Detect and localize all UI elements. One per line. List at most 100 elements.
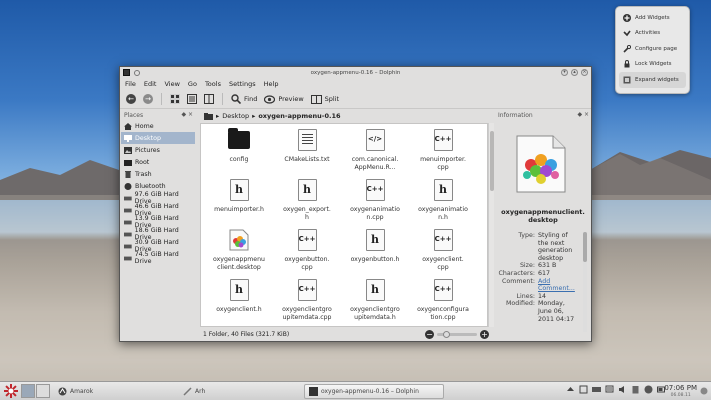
task-amarok[interactable]: Amarok bbox=[54, 384, 179, 399]
menu-settings[interactable]: Settings bbox=[229, 80, 256, 88]
menu-file[interactable]: File bbox=[125, 80, 136, 88]
find-button[interactable]: Find bbox=[229, 92, 259, 106]
menu-view[interactable]: View bbox=[164, 80, 179, 88]
lock-icon bbox=[622, 60, 631, 69]
preview-button[interactable]: Preview bbox=[262, 92, 305, 106]
file-item[interactable]: h menuimporter.h bbox=[205, 178, 273, 228]
home-icon bbox=[124, 122, 132, 130]
split-button[interactable]: Split bbox=[309, 92, 341, 106]
trash-icon bbox=[125, 170, 131, 178]
file-item[interactable]: h oxygen_export. h bbox=[273, 178, 341, 228]
scrollbar-thumb[interactable] bbox=[490, 131, 494, 191]
file-item[interactable]: h oxygenanimatio n.h bbox=[409, 178, 477, 228]
tray-network-icon[interactable] bbox=[605, 385, 614, 394]
file-name: cpp bbox=[301, 263, 313, 271]
property-row: the next bbox=[497, 240, 585, 248]
digital-clock[interactable]: 07:06 PM 06.08.11 bbox=[664, 384, 697, 400]
header-file-icon: h bbox=[364, 278, 386, 302]
file-name: oxygen_export. bbox=[283, 206, 331, 213]
tray-updates-icon[interactable] bbox=[644, 385, 653, 394]
breadcrumb-desktop[interactable]: Desktop bbox=[222, 112, 249, 120]
file-name: cpp bbox=[437, 263, 449, 271]
taskbar: Amarok Arh oxygen-appmenu-0.16 – Dolphin… bbox=[0, 381, 711, 400]
pager-desktop-1[interactable] bbox=[21, 384, 35, 398]
place-label: Desktop bbox=[135, 134, 161, 142]
file-item[interactable]: h oxygenclient.h bbox=[205, 278, 273, 326]
file-item[interactable]: C++ oxygenconfigura tion.cpp bbox=[409, 278, 477, 326]
task-dolphin[interactable]: oxygen-appmenu-0.16 – Dolphin bbox=[304, 383, 444, 399]
dolphin-window: oxygen-appmenu-0.16 – Dolphin ▾ ▴ × File… bbox=[119, 66, 592, 342]
cpp-file-icon: C++ bbox=[296, 228, 318, 252]
pager-desktop-2[interactable] bbox=[36, 384, 50, 398]
file-item[interactable]: C++ menuimporter. cpp bbox=[409, 128, 477, 178]
icons-view-button[interactable] bbox=[168, 92, 182, 106]
property-key bbox=[497, 240, 538, 248]
search-icon bbox=[231, 94, 241, 104]
toolbox-activities[interactable]: Activities bbox=[619, 26, 686, 42]
header-file-icon: h bbox=[228, 178, 250, 202]
file-view-scrollbar[interactable] bbox=[488, 123, 494, 327]
menu-edit[interactable]: Edit bbox=[144, 80, 157, 88]
panel-close-icon[interactable]: ◆ × bbox=[181, 111, 193, 118]
file-name: cpp bbox=[437, 163, 449, 171]
file-item[interactable]: h oxygenclientgro upitemdata.h bbox=[341, 278, 409, 326]
file-name: n.h bbox=[438, 213, 448, 221]
file-item[interactable]: C++ oxygenclient. cpp bbox=[409, 228, 477, 278]
maximize-button[interactable]: ▴ bbox=[571, 69, 578, 76]
header-file-icon: h bbox=[364, 228, 386, 252]
file-item[interactable]: C++ oxygenclientgro upitemdata.cpp bbox=[273, 278, 341, 326]
tray-keyboard-icon[interactable] bbox=[592, 385, 601, 394]
file-item[interactable]: CMakeLists.txt bbox=[273, 128, 341, 178]
task-arh[interactable]: Arh bbox=[179, 384, 304, 399]
file-item[interactable]: oxygenappmenu client.desktop bbox=[205, 228, 273, 278]
columns-view-button[interactable] bbox=[202, 92, 216, 106]
file-name: oxygenappmenu bbox=[213, 256, 265, 263]
toolbox-lock-widgets[interactable]: Lock Widgets bbox=[619, 57, 686, 73]
property-row: Modified: Monday, bbox=[497, 300, 585, 308]
minimize-button[interactable]: ▾ bbox=[561, 69, 568, 76]
file-item[interactable]: C++ oxygenanimatio n.cpp bbox=[341, 178, 409, 228]
information-scrollbar[interactable] bbox=[583, 232, 587, 332]
breadcrumb-current[interactable]: oxygen-appmenu-0.16 bbox=[258, 112, 340, 120]
zoom-slider-handle[interactable] bbox=[443, 331, 450, 338]
tray-volume-icon[interactable] bbox=[618, 385, 627, 394]
tray-clipboard-icon[interactable] bbox=[631, 385, 640, 394]
desktop-file-icon bbox=[516, 135, 566, 193]
zoom-slider[interactable] bbox=[437, 331, 477, 338]
place-home[interactable]: Home bbox=[121, 120, 195, 132]
place-root[interactable]: Root bbox=[121, 156, 195, 168]
zoom-in-button[interactable]: + bbox=[480, 330, 489, 339]
place-pictures[interactable]: Pictures bbox=[121, 144, 195, 156]
toolbox-configure-page[interactable]: Configure page bbox=[619, 41, 686, 57]
folder-icon bbox=[228, 128, 250, 152]
file-item[interactable]: h oxygenbutton.h bbox=[341, 228, 409, 278]
panel-toolbox-icon[interactable] bbox=[700, 387, 708, 395]
file-item[interactable]: C++ oxygenbutton. cpp bbox=[273, 228, 341, 278]
kmenu-button[interactable] bbox=[2, 383, 19, 400]
tray-arrow-icon[interactable] bbox=[566, 385, 575, 394]
forward-button[interactable]: → bbox=[141, 92, 155, 106]
menu-help[interactable]: Help bbox=[264, 80, 279, 88]
close-button[interactable]: × bbox=[581, 69, 588, 76]
window-titlebar[interactable]: oxygen-appmenu-0.16 – Dolphin ▾ ▴ × bbox=[120, 67, 591, 78]
toolbox-expand-widgets[interactable]: Expand widgets bbox=[619, 72, 686, 88]
menu-go[interactable]: Go bbox=[188, 80, 197, 88]
scrollbar-thumb[interactable] bbox=[583, 232, 587, 262]
toolbox-add-widgets[interactable]: Add Widgets bbox=[619, 10, 686, 26]
zoom-out-button[interactable]: − bbox=[425, 330, 434, 339]
file-item[interactable]: config bbox=[205, 128, 273, 178]
property-value[interactable]: Add bbox=[538, 278, 550, 286]
details-view-button[interactable] bbox=[185, 92, 199, 106]
file-view[interactable]: config CMakeLists.txt </> com.canonical. App… bbox=[200, 123, 488, 327]
back-button[interactable]: ← bbox=[124, 92, 138, 106]
property-value[interactable]: Comment... bbox=[538, 285, 575, 293]
place-trash[interactable]: Trash bbox=[121, 168, 195, 180]
tray-notes-icon[interactable] bbox=[579, 385, 588, 394]
place-desktop[interactable]: Desktop bbox=[121, 132, 195, 144]
property-row: Type: Styling of bbox=[497, 232, 585, 240]
panel-close-icon[interactable]: ◆ × bbox=[577, 111, 589, 118]
text-file-icon bbox=[296, 128, 318, 152]
file-item[interactable]: </> com.canonical. AppMenu.R... bbox=[341, 128, 409, 178]
menu-tools[interactable]: Tools bbox=[205, 80, 221, 88]
place-drive-6[interactable]: 74.5 GiB Hard Drive bbox=[121, 251, 195, 265]
